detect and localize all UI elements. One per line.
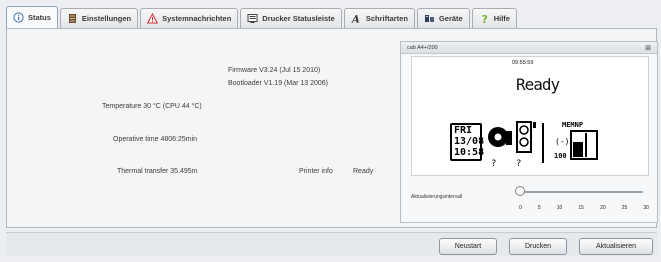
tab-label: Systemnachrichten (162, 14, 232, 23)
lcd-clock: 09:55:59 (512, 60, 534, 66)
thermal-transfer-readout: Thermal transfer 35.495m (117, 168, 198, 175)
close-icon[interactable]: ⊠ (645, 44, 651, 52)
temperature-readout: Temperature 30 °C (CPU 44 °C) (102, 103, 202, 110)
tick-label: 30 (643, 205, 649, 211)
refresh-interval-ticks: 0 5 10 15 20 25 30 (519, 205, 649, 211)
svg-text:A: A (351, 15, 360, 25)
tab-devices[interactable]: Geräte (416, 8, 470, 28)
tab-label: Status (28, 13, 51, 22)
tab-system-messages[interactable]: Systemnachrichten (140, 8, 239, 28)
warning-icon (146, 12, 159, 24)
monitor-icon (247, 13, 258, 24)
network-indicator: (-) (555, 137, 570, 146)
info-icon (13, 12, 24, 23)
lcd-time-short: 10:58 (454, 147, 485, 158)
printer-info-value: Ready (353, 168, 374, 175)
label-roll-icon (516, 121, 536, 153)
operative-time-readout: Operative time 4806:25min (113, 136, 198, 143)
refresh-interval-control: Aktualisierungsintervall 0 5 10 15 20 25… (411, 182, 649, 218)
tab-help[interactable]: ? Hilfe (471, 8, 517, 28)
restart-button[interactable]: Neustart (439, 238, 497, 255)
tab-label: Hilfe (493, 14, 510, 23)
svg-text:?: ? (481, 13, 487, 24)
printer-monitor-window: Status Einstellungen Systemnachrichten D… (0, 0, 661, 262)
refresh-interval-thumb[interactable] (515, 186, 525, 196)
refresh-button[interactable]: Aktualisieren (579, 238, 653, 255)
printer-info-label: Printer info (299, 168, 333, 175)
lcd-divider (542, 123, 544, 163)
lcd-display: 09:55:59 Ready FRI 13/08 10:58 ? ? MEMNP… (411, 56, 649, 176)
bootloader-version: Bootloader V1.19 (Mar 13 2006) (228, 80, 329, 87)
lcd-preview-window: cab A4+/200 ⊠ 09:55:59 Ready FRI 13/08 1… (400, 41, 658, 223)
memory-label: MEMNP (562, 121, 584, 129)
refresh-interval-label: Aktualisierungsintervall (411, 194, 463, 200)
lcd-date: 13/08 (454, 136, 485, 147)
lcd-day: FRI (454, 125, 473, 136)
tab-label: Drucker Statusleiste (262, 14, 335, 23)
lcd-status-text: Ready (516, 75, 560, 94)
tab-bar: Status Einstellungen Systemnachrichten D… (6, 6, 657, 28)
tab-label: Einstellungen (81, 14, 132, 23)
memory-level: 100 (554, 152, 567, 160)
memory-card-icon (570, 130, 598, 160)
label-unknown-mark: ? (516, 159, 522, 169)
status-panel: Firmware V3.24 (Jul 15 2010) Bootloader … (6, 28, 658, 228)
tick-label: 5 (537, 205, 541, 211)
tick-label: 0 (519, 205, 522, 211)
tab-label: Schriftarten (365, 14, 408, 23)
ribbon-roll-icon (488, 127, 512, 147)
tick-label: 15 (578, 205, 584, 211)
tab-printer-statusbar[interactable]: Drucker Statusleiste (240, 8, 342, 28)
tab-fonts[interactable]: A Schriftarten (343, 8, 415, 28)
font-icon: A (351, 13, 362, 26)
tab-settings[interactable]: Einstellungen (59, 8, 139, 28)
tick-label: 20 (600, 205, 606, 211)
help-icon: ? (479, 13, 490, 26)
lcd-date-box: FRI 13/08 10:58 (450, 123, 485, 161)
refresh-interval-track[interactable] (517, 191, 643, 193)
tick-label: 25 (621, 205, 628, 211)
firmware-version: Firmware V3.24 (Jul 15 2010) (228, 67, 321, 74)
settings-icon (67, 13, 78, 24)
tick-label: 10 (556, 205, 563, 211)
print-button[interactable]: Drucken (509, 238, 567, 255)
tab-status[interactable]: Status (6, 6, 58, 28)
lcd-window-titlebar: cab A4+/200 ⊠ (401, 42, 657, 54)
devices-icon (424, 13, 435, 24)
lcd-window-title: cab A4+/200 (407, 44, 438, 51)
ribbon-unknown-mark: ? (491, 159, 497, 169)
tab-label: Geräte (438, 14, 463, 23)
button-bar: Neustart Drucken Aktualisieren (6, 232, 657, 256)
